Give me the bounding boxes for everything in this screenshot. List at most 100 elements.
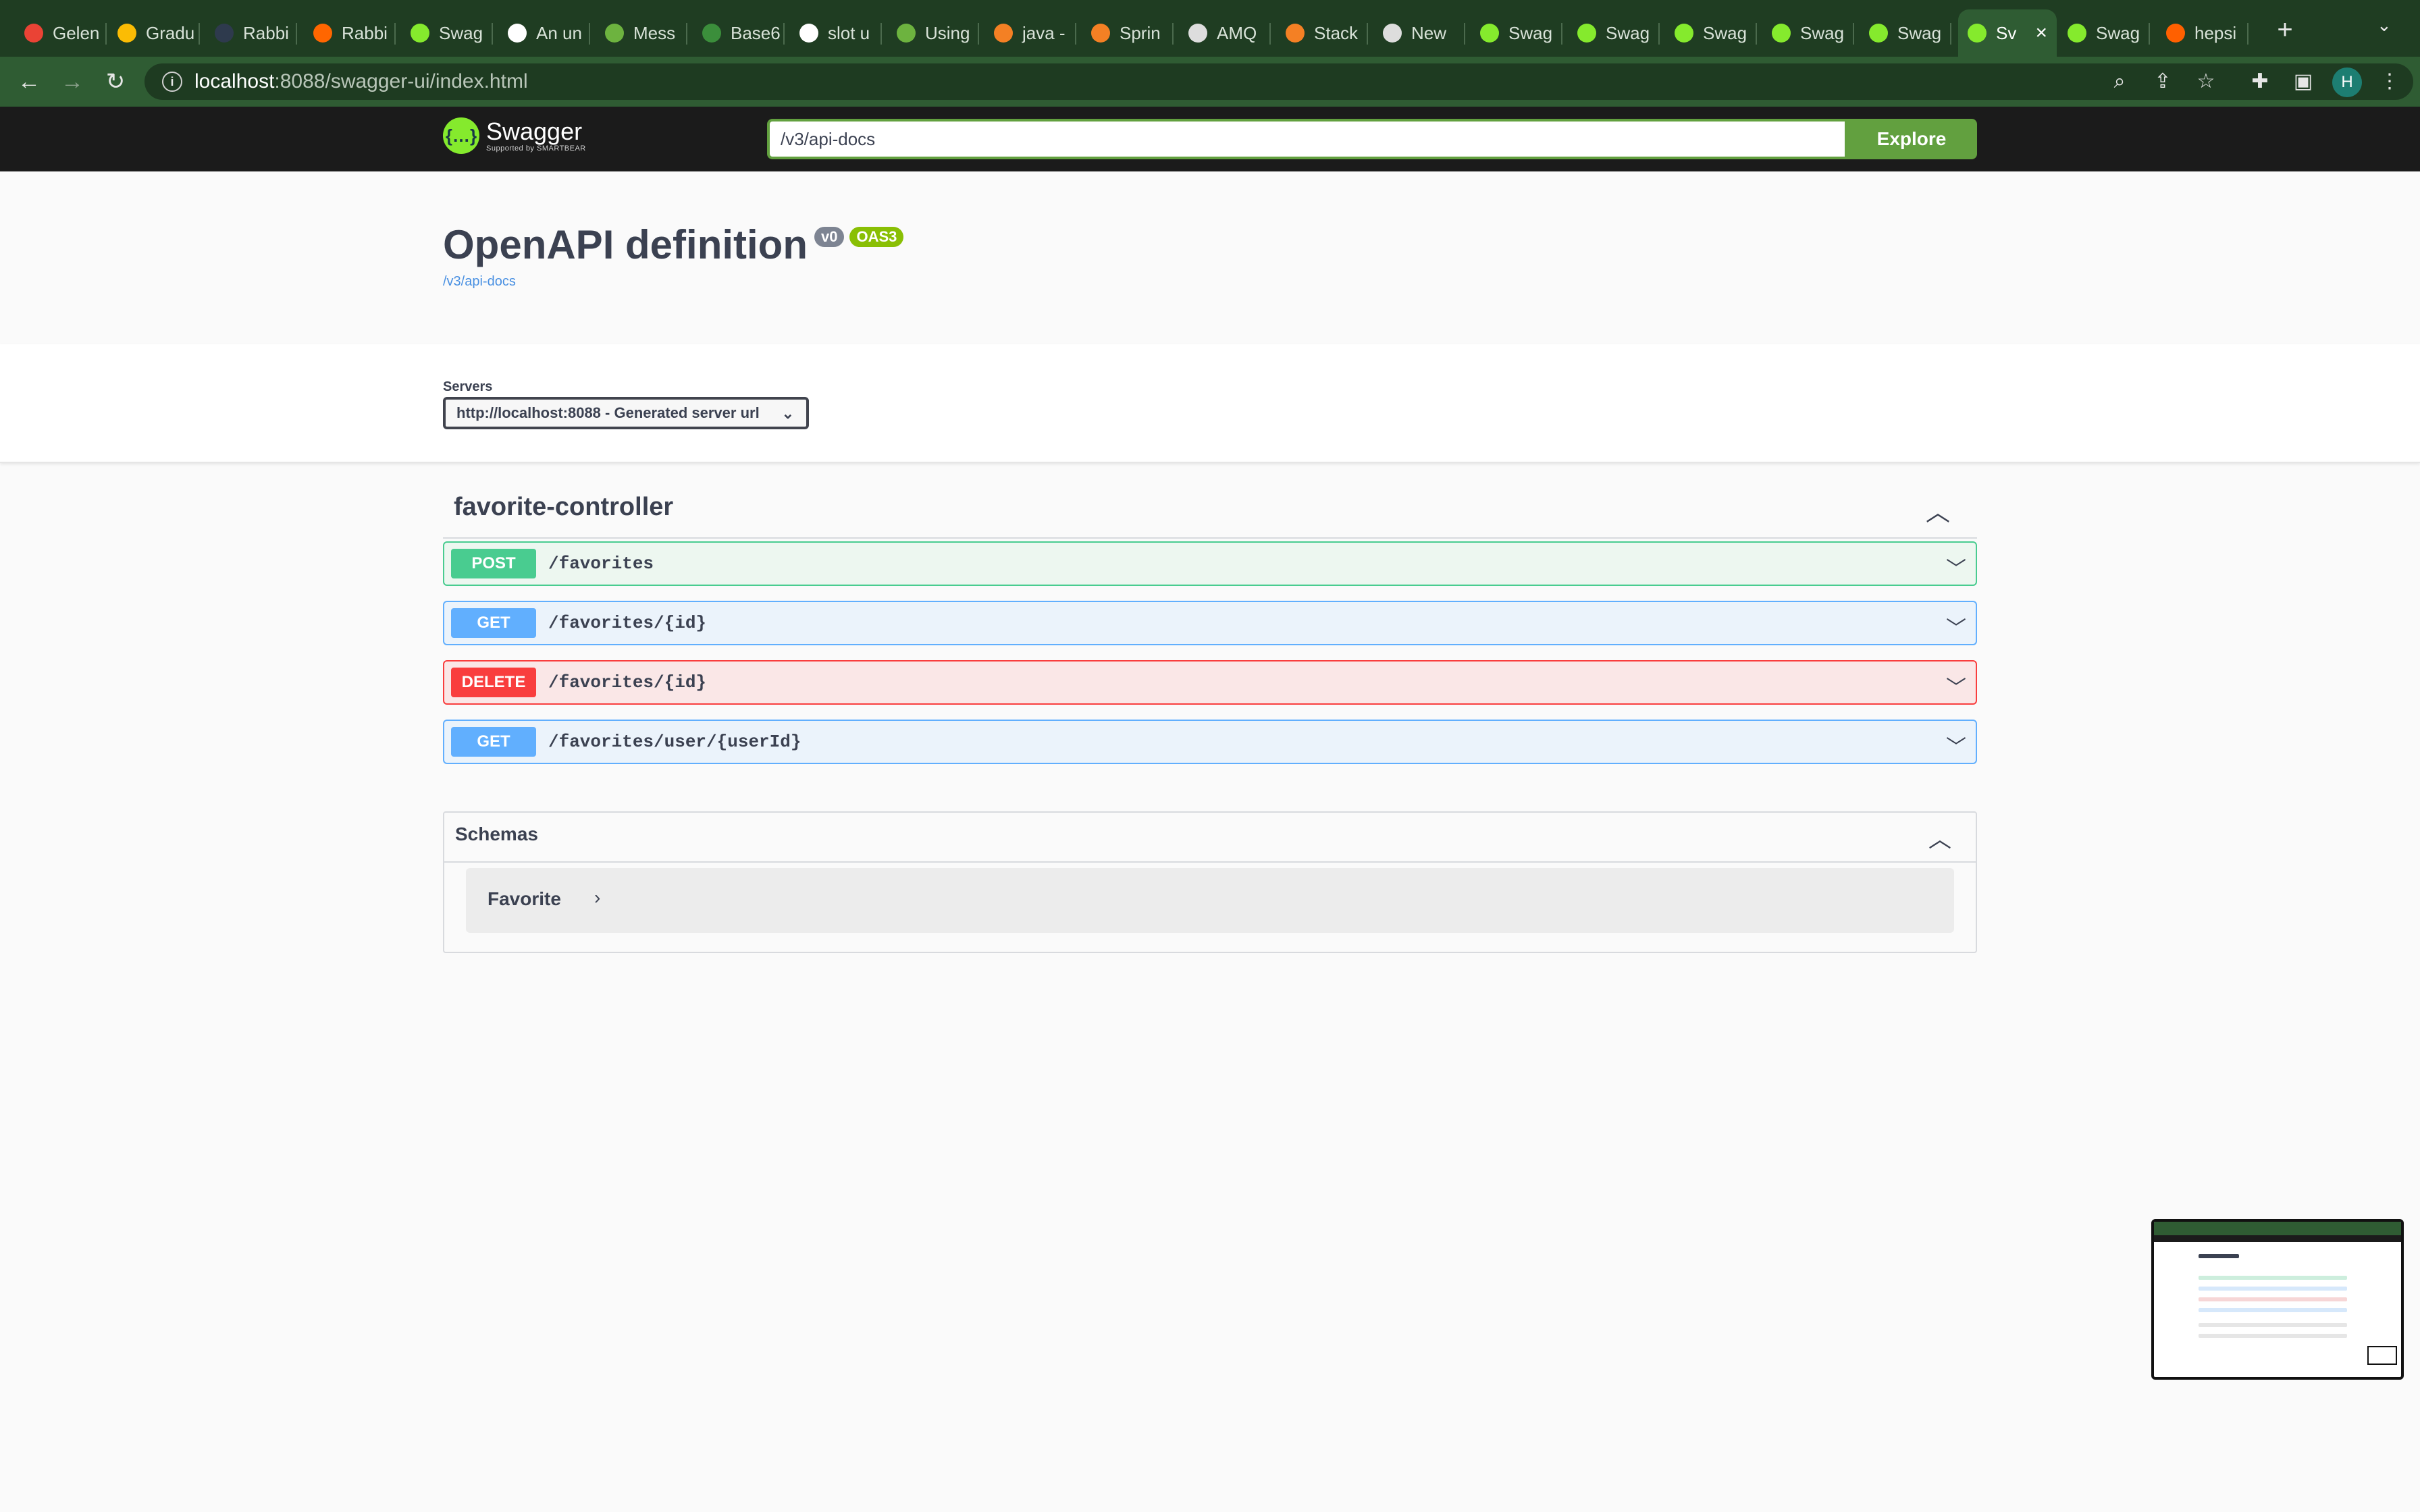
site-info-icon[interactable]: i	[162, 72, 182, 92]
tab-separator	[1658, 23, 1660, 45]
chevron-up-icon[interactable]: ︿	[1928, 821, 1951, 854]
profile-avatar[interactable]: H	[2332, 68, 2362, 97]
explore-button[interactable]: Explore	[1846, 119, 1977, 159]
browser-tab[interactable]: Sv ×	[1958, 9, 2057, 57]
tab-label: Rabbi	[342, 22, 388, 43]
spec-url-input[interactable]	[767, 119, 1847, 159]
thumbnail-frame	[2367, 1346, 2397, 1365]
screenshot-thumbnail[interactable]	[2151, 1219, 2404, 1380]
operation-get-favorite-by-id[interactable]: GET /favorites/{id} ﹀	[443, 601, 1977, 645]
chevron-down-icon[interactable]: ﹀	[1946, 612, 1966, 641]
tab-label: Mess	[633, 22, 676, 43]
tab-separator	[105, 23, 107, 45]
swagger-icon	[1869, 24, 1888, 43]
chevron-up-icon[interactable]: ︿	[1926, 493, 1950, 528]
operation-delete-favorite[interactable]: DELETE /favorites/{id} ﹀	[443, 660, 1977, 705]
browser-tab[interactable]: Using	[887, 9, 979, 57]
chevron-down-icon[interactable]: ﹀	[1946, 671, 1966, 701]
tab-separator	[1950, 23, 1951, 45]
forward-arrow-icon[interactable]: →	[57, 66, 88, 97]
browser-tab[interactable]: Gelen	[15, 9, 107, 57]
tab-label: slot u	[828, 22, 870, 43]
hepsiburada-icon	[2166, 24, 2185, 43]
tab-label: Swag	[1606, 22, 1650, 43]
tab-label: Swag	[1897, 22, 1942, 43]
page-title: OpenAPI definition	[443, 222, 808, 267]
tab-separator	[783, 23, 785, 45]
back-arrow-icon[interactable]: ←	[14, 66, 45, 97]
operation-path: /favorites	[548, 554, 654, 574]
tab-separator	[686, 23, 687, 45]
browser-tab[interactable]: Sprin	[1082, 9, 1174, 57]
servers-label: Servers	[443, 379, 493, 394]
chevron-down-icon[interactable]: ﹀	[1946, 552, 1966, 582]
reload-icon[interactable]: ↻	[100, 66, 131, 97]
browser-tab[interactable]: Swag	[1762, 9, 1854, 57]
swagger-sub-brand: Supported by SMARTBEAR	[486, 144, 586, 153]
browser-tab[interactable]: Swag	[1568, 9, 1660, 57]
schemas-header[interactable]: Schemas ︿	[444, 813, 1976, 863]
address-bar[interactable]: i localhost:8088/swagger-ui/index.html	[144, 63, 2413, 100]
schema-item-favorite[interactable]: Favorite ›	[466, 868, 1954, 933]
close-tab-icon[interactable]: ×	[2035, 22, 2047, 45]
tab-label: Swag	[1800, 22, 1845, 43]
tab-separator	[1075, 23, 1076, 45]
browser-tab[interactable]: Rabbi	[205, 9, 297, 57]
tab-search-chevron-icon[interactable]: ⌄	[2377, 15, 2392, 36]
chevron-right-icon[interactable]: ›	[594, 887, 600, 909]
new-tab-button[interactable]: +	[2271, 15, 2298, 45]
method-badge: GET	[451, 727, 536, 757]
kebab-menu-icon[interactable]: ⋮	[2374, 66, 2405, 97]
browser-tab[interactable]: An un	[498, 9, 590, 57]
tab-separator	[1367, 23, 1368, 45]
browser-tab[interactable]: Base6	[693, 9, 785, 57]
drive-icon	[117, 24, 136, 43]
tab-separator	[492, 23, 493, 45]
browser-tab[interactable]: Swag	[2058, 9, 2150, 57]
browser-tab[interactable]: Gradu	[108, 9, 200, 57]
chrome-icon	[1383, 24, 1402, 43]
operation-post-favorites[interactable]: POST /favorites ﹀	[443, 541, 1977, 586]
tab-label: New	[1411, 22, 1447, 43]
tab-label: Using	[925, 22, 970, 43]
chevron-down-icon[interactable]: ﹀	[1946, 730, 1966, 760]
swagger-icon	[411, 24, 429, 43]
zoom-icon[interactable]: ⌕	[2104, 66, 2135, 97]
swagger-logo-icon: {…}	[443, 117, 479, 154]
browser-tab[interactable]: Swag	[1471, 9, 1562, 57]
address-host: localhost	[194, 70, 275, 92]
oas-badge: OAS3	[849, 227, 904, 247]
schemas-section: Schemas ︿ Favorite ›	[443, 811, 1977, 953]
base64-icon	[702, 24, 721, 43]
server-select[interactable]: http://localhost:8088 - Generated server…	[443, 397, 809, 429]
browser-tab[interactable]: Stack	[1276, 9, 1368, 57]
browser-tab[interactable]: Swag	[401, 9, 493, 57]
operation-get-favorites-by-user[interactable]: GET /favorites/user/{userId} ﹀	[443, 720, 1977, 764]
swagger-icon	[1968, 24, 1987, 43]
tab-label: hepsi	[2194, 22, 2237, 43]
spec-link[interactable]: /v3/api-docs	[443, 274, 516, 290]
browser-tab[interactable]: AMQ	[1179, 9, 1271, 57]
bookmark-star-icon[interactable]: ☆	[2190, 66, 2221, 97]
browser-tab[interactable]: hepsi	[2157, 9, 2248, 57]
browser-tab[interactable]: java -	[984, 9, 1076, 57]
browser-tab[interactable]: Mess	[596, 9, 687, 57]
browser-tab[interactable]: Swag	[1860, 9, 1951, 57]
thumbnail-row	[2199, 1308, 2347, 1312]
side-panel-icon[interactable]: ▣	[2288, 66, 2319, 97]
browser-tab[interactable]: New	[1373, 9, 1465, 57]
schema-name: Favorite	[488, 888, 561, 909]
api-info: OpenAPI definition v0 OAS3 /v3/api-docs	[0, 171, 2420, 344]
chevron-down-icon: ⌄	[781, 405, 794, 422]
controller-header[interactable]: favorite-controller ︿	[443, 489, 1977, 539]
browser-tab[interactable]: slot u	[790, 9, 882, 57]
method-badge: GET	[451, 608, 536, 638]
stackoverflow-icon	[994, 24, 1013, 43]
share-icon[interactable]: ⇪	[2147, 66, 2178, 97]
browser-tab[interactable]: Swag	[1665, 9, 1757, 57]
swagger-logo[interactable]: {…} Swagger Supported by SMARTBEAR	[443, 117, 586, 154]
browser-tab[interactable]: Rabbi	[304, 9, 396, 57]
swagger-icon	[1772, 24, 1791, 43]
swagger-topbar: {…} Swagger Supported by SMARTBEAR Explo…	[0, 107, 2420, 171]
extensions-puzzle-icon[interactable]: ✚	[2244, 66, 2276, 97]
